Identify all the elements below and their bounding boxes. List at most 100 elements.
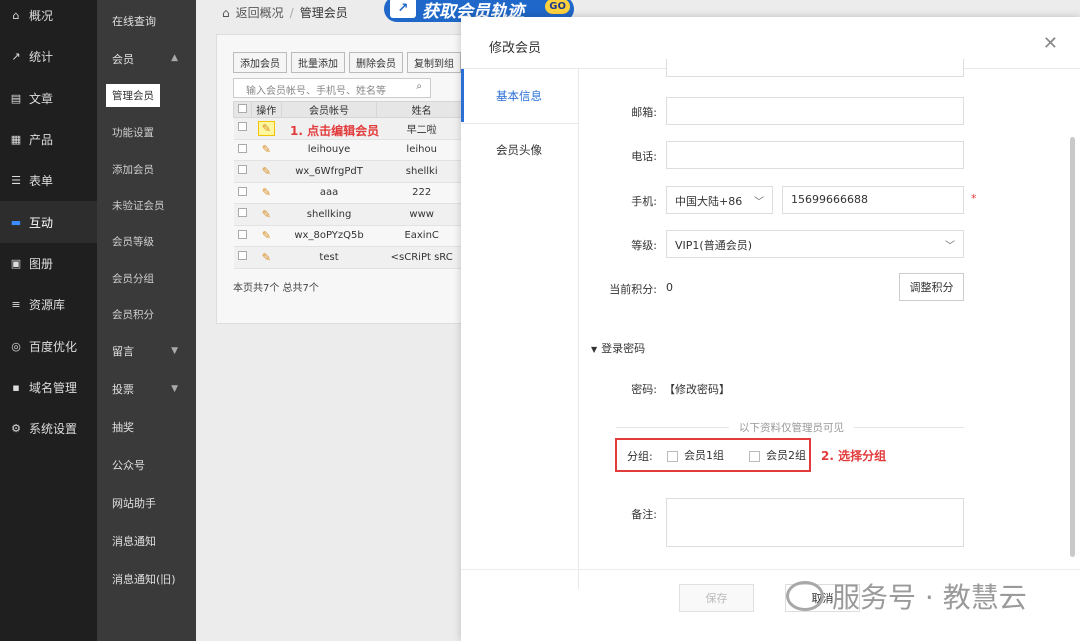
cell-name: 早二啦 <box>376 117 467 140</box>
edit-icon[interactable]: ✎ <box>262 208 271 221</box>
nav-label: 文章 <box>29 91 54 106</box>
close-icon[interactable]: ✕ <box>1043 33 1058 54</box>
subnav-member-points[interactable]: 会员积分 <box>112 307 154 322</box>
subnav-member-level[interactable]: 会员等级 <box>112 234 154 249</box>
gallery-icon: ▣ <box>10 256 22 270</box>
edit-icon[interactable]: ✎ <box>262 251 271 264</box>
nav-item-overview[interactable]: ⌂ 概况 <box>0 0 97 36</box>
mobile-field[interactable]: 15699666688 <box>782 186 964 214</box>
row-checkbox[interactable] <box>237 229 247 239</box>
row-checkbox[interactable] <box>237 122 247 132</box>
subnav-unverified-members[interactable]: 未验证会员 <box>112 198 165 213</box>
edit-icon[interactable]: ✎ <box>262 165 271 178</box>
subnav-member-group[interactable]: 会员 <box>112 51 134 67</box>
adjust-points-button[interactable]: 调整积分 <box>899 273 964 301</box>
nav-item-settings[interactable]: ⚙ 系统设置 <box>0 408 97 449</box>
group-label: 分组: <box>627 450 653 463</box>
nav-item-seo[interactable]: ◎ 百度优化 <box>0 325 97 366</box>
region-value: 中国大陆+86 <box>675 195 743 208</box>
cell-name: www <box>376 203 467 226</box>
change-password-link[interactable]: 【修改密码】 <box>664 381 730 397</box>
group2-label: 会员2组 <box>766 449 806 462</box>
back-link[interactable]: 返回概况 <box>236 4 284 21</box>
email-field[interactable] <box>666 97 964 125</box>
save-button[interactable]: 保存 <box>679 584 754 612</box>
nav-item-form[interactable]: ☰ 表单 <box>0 160 97 201</box>
annotation-step1: 1. 点击编辑会员 <box>290 124 380 138</box>
nav-item-stats[interactable]: ↗ 统计 <box>0 36 97 77</box>
mobile-row: 手机: 中国大陆+86 ﹀ 15699666688 * <box>579 186 1069 214</box>
tab-basic-info[interactable]: 基本信息 <box>461 69 578 122</box>
subnav-manage-members[interactable]: 管理会员 <box>106 84 160 107</box>
phone-field[interactable] <box>666 141 964 169</box>
breadcrumb: ⌂ 返回概况 / 管理会员 <box>222 4 348 21</box>
chat-icon: ▬ <box>10 215 22 229</box>
add-member-button[interactable]: 添加会员 <box>233 52 287 73</box>
member-search-input[interactable]: 输入会员帐号、手机号、姓名等 ⌕ <box>233 78 431 98</box>
cell-account: shellking <box>281 203 377 226</box>
login-password-toggle[interactable]: ▼ 登录密码 <box>591 340 645 356</box>
level-row: 等级: VIP1(普通会员) ﹀ <box>579 230 1069 258</box>
login-password-label: 登录密码 <box>601 342 646 355</box>
region-select[interactable]: 中国大陆+86 ﹀ <box>666 186 773 214</box>
subnav-site-assistant[interactable]: 网站助手 <box>112 495 156 511</box>
dialog-title: 修改会员 <box>489 41 542 56</box>
phone-label: 电话: <box>631 150 657 163</box>
nav-label: 系统设置 <box>29 422 78 437</box>
group1-option[interactable]: 会员1组 <box>667 447 724 463</box>
batch-add-button[interactable]: 批量添加 <box>291 52 345 73</box>
cell-account: wx_8oPYzQ5b <box>281 225 377 247</box>
nav-item-interaction[interactable]: ▬ 互动 <box>0 201 97 243</box>
subnav-online-query[interactable]: 在线查询 <box>112 13 156 29</box>
row-checkbox[interactable] <box>237 143 247 153</box>
note-textarea[interactable] <box>666 498 964 547</box>
nav-item-product[interactable]: ▦ 产品 <box>0 119 97 160</box>
scrollbar[interactable] <box>1070 137 1075 557</box>
table-row: ✎ aaa 222 <box>233 182 467 204</box>
edit-icon[interactable]: ✎ <box>262 186 271 199</box>
mobile-label: 手机: <box>631 195 657 208</box>
row-checkbox[interactable] <box>237 208 247 218</box>
subnav-add-member[interactable]: 添加会员 <box>112 162 154 177</box>
nav-item-domain[interactable]: ▪ 域名管理 <box>0 367 97 408</box>
watermark: 服务号 · 教慧云 <box>786 576 1027 616</box>
row-checkbox[interactable] <box>237 251 247 261</box>
search-icon[interactable]: ⌕ <box>416 81 422 92</box>
subnav-official-account[interactable]: 公众号 <box>112 457 145 473</box>
cell-name: leihou <box>376 139 467 161</box>
nav-item-gallery[interactable]: ▣ 图册 <box>0 243 97 284</box>
mobile-value: 15699666688 <box>791 193 868 206</box>
subnav-notifications-old[interactable]: 消息通知(旧) <box>112 571 176 587</box>
password-row: 密码: 【修改密码】 <box>579 374 1069 402</box>
row-checkbox[interactable] <box>237 186 247 196</box>
table-row: ✎ wx_8oPYzQ5b EaxinC <box>233 225 467 247</box>
name-field[interactable] <box>666 59 964 77</box>
checkbox[interactable] <box>667 450 678 462</box>
subnav-vote[interactable]: 投票 <box>112 381 134 397</box>
select-all-checkbox[interactable] <box>237 103 247 113</box>
edit-icon[interactable]: ✎ <box>262 229 271 242</box>
subnav-member-group[interactable]: 会员分组 <box>112 271 154 286</box>
subnav-feature-settings[interactable]: 功能设置 <box>112 125 154 140</box>
subnav-lottery[interactable]: 抽奖 <box>112 419 134 435</box>
edit-icon[interactable]: ✎ <box>262 143 271 156</box>
row-checkbox[interactable] <box>237 165 247 175</box>
nav-item-resources[interactable]: ≡ 资源库 <box>0 284 97 325</box>
group2-option[interactable]: 会员2组 <box>749 447 806 463</box>
subnav-notifications[interactable]: 消息通知 <box>112 533 156 549</box>
form-icon: ☰ <box>11 174 21 188</box>
subnav-messages[interactable]: 留言 <box>112 343 134 359</box>
edit-icon[interactable]: ✎ <box>257 120 275 136</box>
table-row: ✎ wx_6WfrgPdT shellki <box>233 160 467 183</box>
annotation-step2: 2. 选择分组 <box>821 449 887 463</box>
phone-row: 电话: <box>579 141 1069 169</box>
cell-name: 222 <box>376 182 467 204</box>
tab-avatar[interactable]: 会员头像 <box>461 123 578 176</box>
checkbox[interactable] <box>749 450 760 462</box>
copy-to-group-button[interactable]: 复制到组 <box>407 52 461 73</box>
delete-member-button[interactable]: 删除会员 <box>349 52 403 73</box>
trend-chart-icon: ↗ <box>390 0 416 18</box>
chevron-down-icon: ▼ <box>171 384 178 394</box>
level-select[interactable]: VIP1(普通会员) ﹀ <box>666 230 964 258</box>
nav-item-article[interactable]: ▤ 文章 <box>0 78 97 119</box>
